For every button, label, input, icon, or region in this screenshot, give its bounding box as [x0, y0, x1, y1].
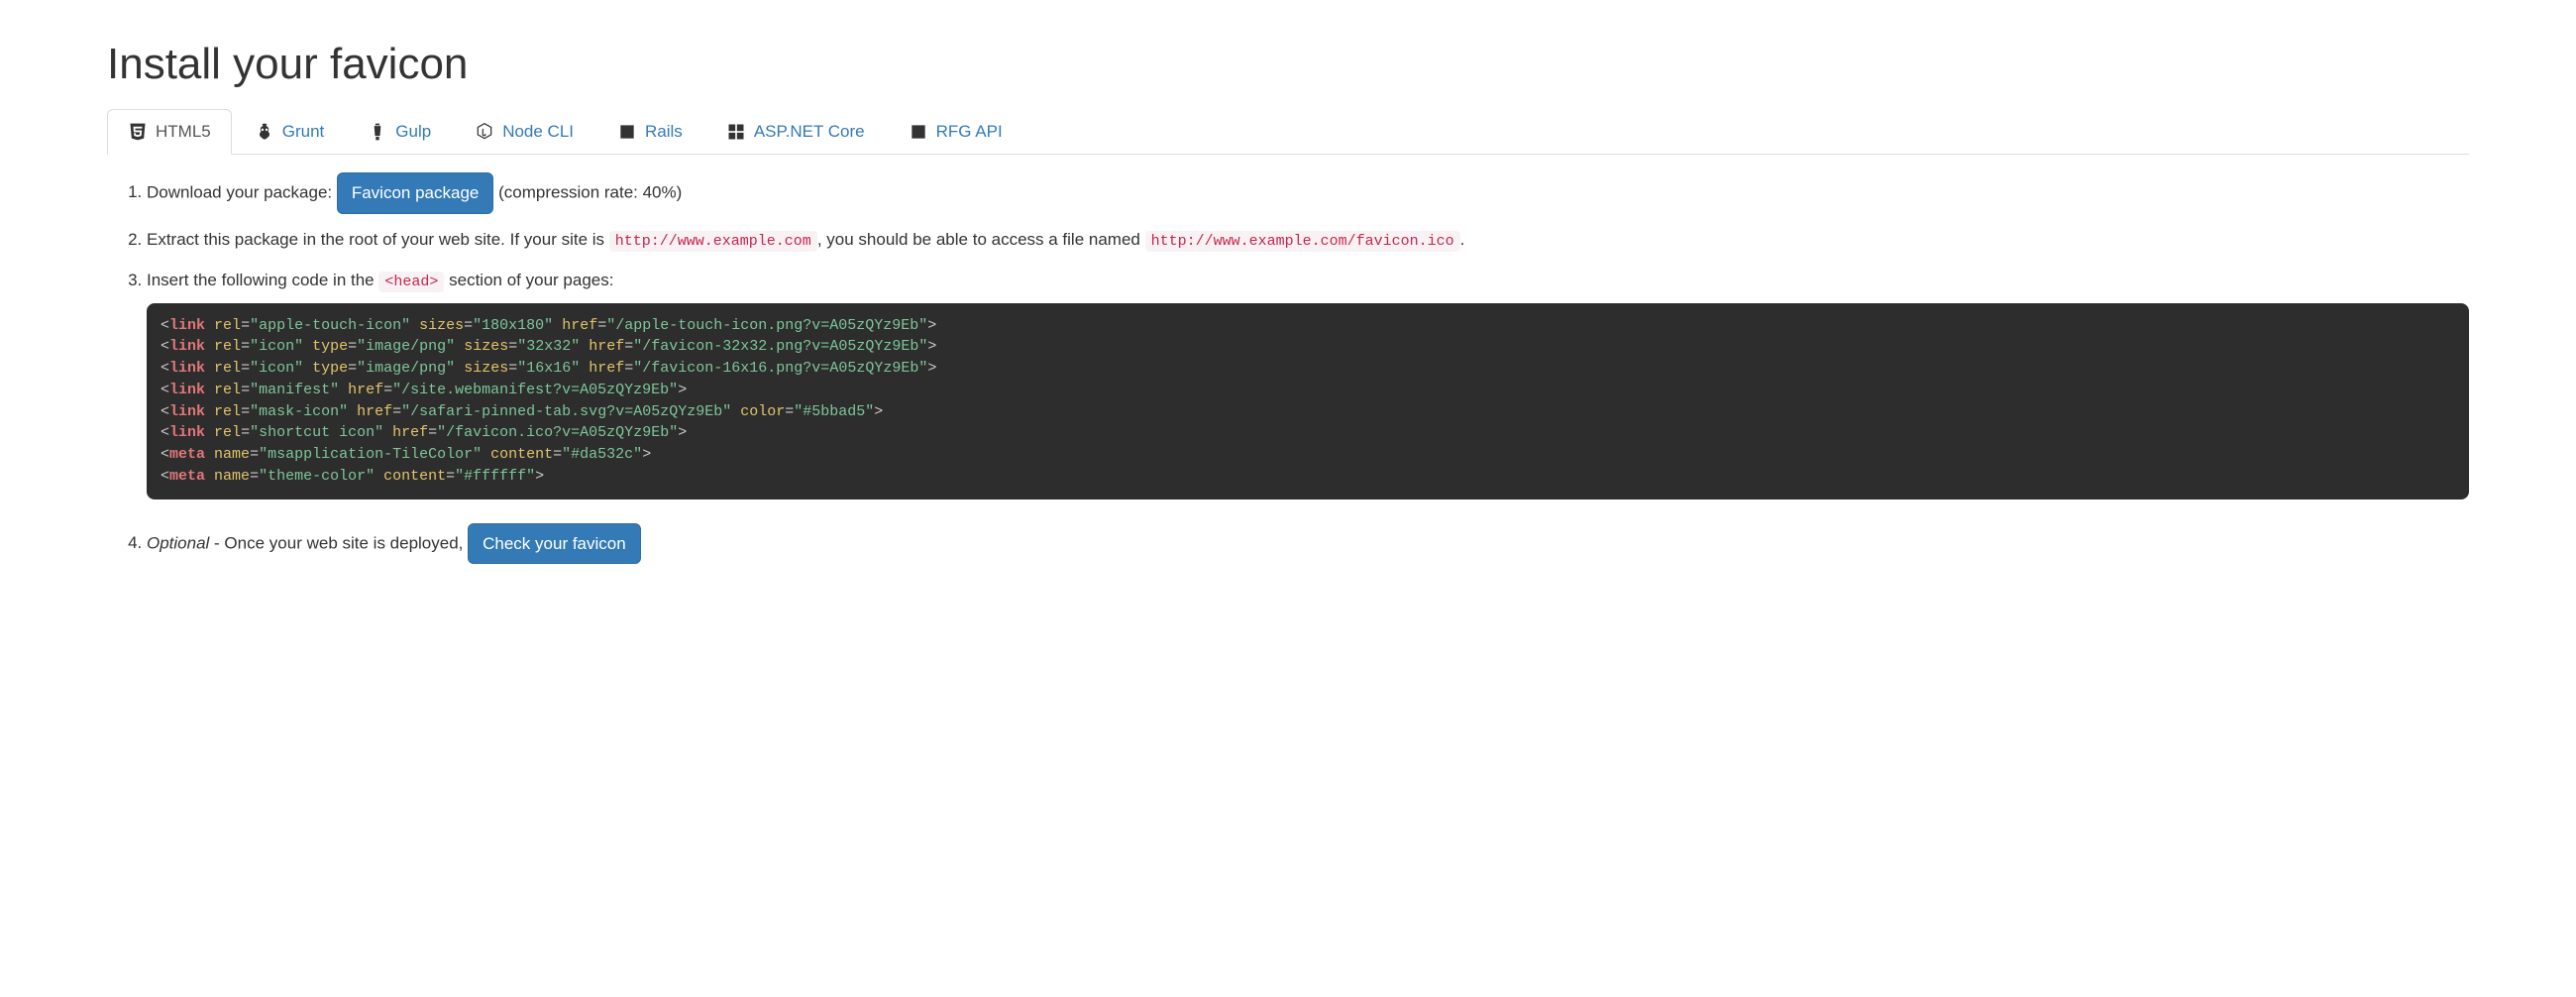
example-url: http://www.example.com	[609, 231, 817, 252]
step-text: , you should be able to access a file na…	[817, 230, 1145, 249]
tab-grunt[interactable]: Grunt	[234, 109, 346, 155]
tab-label: Node CLI	[502, 122, 574, 142]
head-code-block[interactable]: <link rel="apple-touch-icon" sizes="180x…	[147, 303, 2469, 499]
optional-label: Optional	[147, 533, 209, 552]
tab-label: Gulp	[395, 122, 431, 142]
page-title: Install your favicon	[107, 40, 2469, 89]
step-download: Download your package: Favicon package (…	[147, 172, 2469, 214]
step-text: Insert the following code in the	[147, 271, 378, 289]
windows-icon	[726, 122, 746, 142]
grunt-icon	[255, 122, 274, 142]
step-text: .	[1460, 230, 1465, 249]
tab-label: Rails	[645, 122, 683, 142]
step-extract: Extract this package in the root of your…	[147, 226, 2469, 255]
tab-html5[interactable]: HTML5	[107, 109, 232, 155]
favicon-package-button[interactable]: Favicon package	[337, 172, 494, 214]
tab-label: HTML5	[156, 122, 211, 142]
head-tag-code: <head>	[378, 272, 444, 292]
step-text: - Once your web site is deployed,	[209, 533, 468, 552]
rfg-api-icon	[909, 122, 928, 142]
tab-label: RFG API	[936, 122, 1003, 142]
gulp-icon	[368, 122, 387, 142]
tab-label: Grunt	[282, 122, 325, 142]
tab-rails[interactable]: Rails	[596, 109, 703, 155]
tab-gulp[interactable]: Gulp	[347, 109, 452, 155]
step-text: Extract this package in the root of your…	[147, 230, 609, 249]
tab-list: HTML5 Grunt Gulp Node CLI	[107, 109, 2469, 155]
tab-aspnet[interactable]: ASP.NET Core	[705, 109, 886, 155]
step-text: section of your pages:	[449, 271, 613, 289]
rails-icon	[617, 122, 637, 142]
step-text: Download your package:	[147, 182, 337, 201]
instruction-steps: Download your package: Favicon package (…	[107, 172, 2469, 564]
tab-label: ASP.NET Core	[754, 122, 865, 142]
tab-node-cli[interactable]: Node CLI	[454, 109, 594, 155]
check-favicon-button[interactable]: Check your favicon	[468, 523, 641, 565]
html5-icon	[128, 122, 148, 142]
example-favicon-url: http://www.example.com/favicon.ico	[1145, 231, 1460, 252]
compression-rate: (compression rate: 40%)	[498, 182, 682, 201]
step-check: Optional - Once your web site is deploye…	[147, 523, 2469, 565]
step-insert-code: Insert the following code in the <head> …	[147, 267, 2469, 499]
tab-rfg-api[interactable]: RFG API	[888, 109, 1023, 155]
nodejs-icon	[475, 122, 494, 142]
